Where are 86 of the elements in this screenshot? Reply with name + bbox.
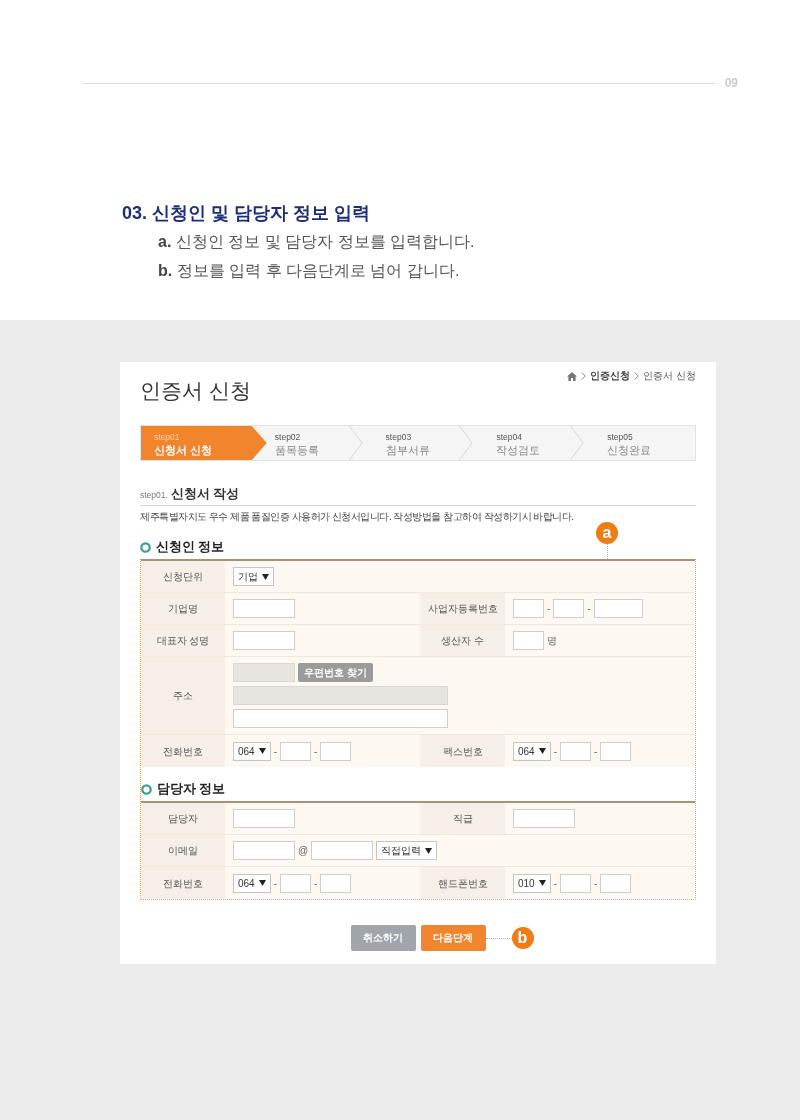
text-field[interactable]	[593, 599, 643, 618]
step-label: 신청서 신청	[154, 443, 213, 458]
step-label: 신청완료	[607, 443, 652, 458]
text-field[interactable]	[600, 741, 632, 761]
caret-icon	[258, 880, 266, 886]
separator-text: @	[298, 844, 309, 858]
separator-text: -	[594, 744, 598, 759]
leader-line	[485, 937, 512, 939]
text-field[interactable]	[320, 741, 352, 761]
text-field[interactable]	[233, 599, 295, 618]
dropdown[interactable]: 직접입력	[376, 841, 438, 860]
text-field[interactable]	[600, 873, 632, 893]
dropdown[interactable]: 064	[233, 741, 271, 761]
text-field[interactable]	[560, 741, 592, 761]
separator-text: -	[547, 602, 551, 616]
text-field[interactable]	[233, 709, 448, 728]
step-number: step01	[154, 432, 180, 443]
separator-text: -	[587, 602, 591, 616]
text-field[interactable]	[320, 873, 352, 893]
caret-icon	[258, 748, 266, 754]
caret-icon	[538, 880, 546, 886]
field-label: 이메일	[141, 835, 225, 866]
field-label: 대표자 성명	[141, 625, 225, 656]
step-number: step03	[385, 432, 412, 443]
text-field[interactable]	[233, 841, 295, 860]
unit-label: 명	[547, 634, 557, 648]
separator-text: -	[273, 744, 278, 759]
field-label: 전화번호	[141, 735, 225, 767]
dropdown[interactable]: 064	[513, 741, 551, 761]
text-field[interactable]	[311, 841, 374, 860]
breadcrumb-link[interactable]: 인증신청	[590, 369, 631, 383]
instruction-text: a. 신청인 정보 및 담당자 정보를 입력합니다.	[158, 232, 475, 252]
dropdown[interactable]: 064	[233, 873, 271, 893]
text-field[interactable]	[280, 741, 312, 761]
caret-icon	[262, 573, 269, 580]
text-field[interactable]	[553, 599, 585, 618]
text-field[interactable]	[513, 631, 544, 650]
page-title: 인증서 신청	[140, 378, 251, 404]
separator-text: -	[553, 876, 558, 891]
caret-icon	[538, 748, 546, 754]
text-field[interactable]	[513, 599, 544, 618]
field-label: 직급	[420, 803, 505, 834]
separator-text: -	[594, 876, 598, 891]
description-text: 제주특별자치도 우수 제품 품질인증 사용허가 신청서입니다. 작성방법을 참고하여 작성하기시 바랍니다.	[140, 510, 574, 524]
text-field[interactable]	[560, 873, 592, 893]
dropdown[interactable]: 010	[513, 873, 551, 893]
chevron-icon	[581, 372, 587, 380]
breadcrumb-link[interactable]: 인증서 신청	[643, 369, 696, 383]
instruction-text: b. 정보를 입력 후 다음단계로 넘어 갑니다.	[158, 261, 460, 281]
home-icon[interactable]	[567, 371, 578, 381]
separator-text: -	[314, 876, 318, 891]
step-label: 작성검토	[496, 443, 541, 458]
field-label: 주소	[141, 657, 225, 734]
step-number: step04	[496, 432, 522, 443]
separator-text: -	[314, 744, 318, 759]
field-label: 기업명	[141, 593, 225, 624]
step-label: 품목등록	[274, 443, 319, 458]
field-label: 팩스번호	[420, 735, 505, 767]
section-title: 담당자 정보	[157, 781, 226, 798]
chevron-icon	[634, 372, 640, 380]
section-heading: 03. 신청인 및 담당자 정보 입력	[122, 202, 371, 225]
section-title: 신청인 정보	[156, 539, 225, 556]
dropdown[interactable]: 기업	[233, 567, 274, 586]
step-number: step02	[274, 432, 301, 443]
text-field[interactable]	[513, 809, 575, 828]
step-number: step05	[607, 432, 633, 443]
caret-icon	[425, 847, 433, 854]
field-label: 핸드폰번호	[420, 867, 505, 899]
step-label: 첨부서류	[385, 443, 430, 458]
callout-marker: b	[511, 927, 534, 949]
field-label: 생산자 수	[420, 625, 505, 656]
field-label: 담당자	[141, 803, 225, 834]
ring-icon	[141, 783, 152, 795]
text-field[interactable]	[233, 631, 295, 650]
leader-line	[606, 544, 608, 559]
field-label: 사업자등록번호	[420, 593, 505, 624]
ring-icon	[140, 541, 151, 553]
separator-text: -	[273, 876, 278, 891]
callout-marker: a	[596, 522, 618, 544]
step-prefix: step01.	[140, 490, 168, 500]
text-field[interactable]	[233, 809, 295, 828]
field-label: 전화번호	[141, 867, 225, 899]
separator-text: -	[553, 744, 558, 759]
field-label: 신청단위	[141, 561, 225, 592]
text-field[interactable]	[280, 873, 312, 893]
form-title: 신청서 작성	[170, 487, 240, 501]
